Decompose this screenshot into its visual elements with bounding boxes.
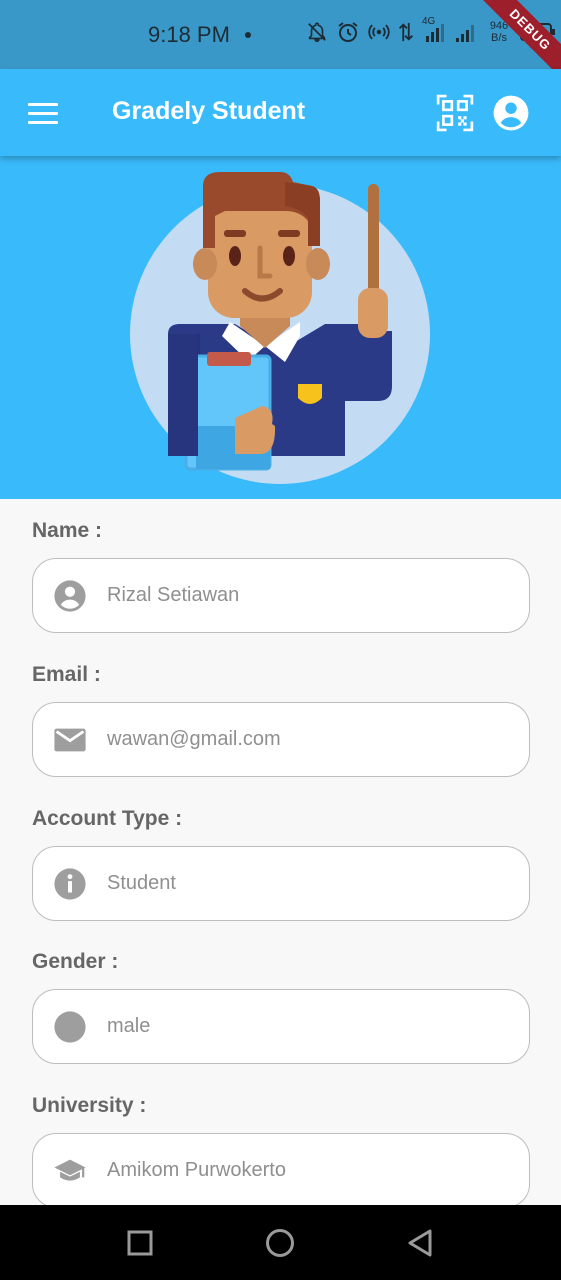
email-value: wawan@gmail.com <box>107 728 281 750</box>
status-bar: 9:18 PM 4G 946 B/s DEBUG <box>0 0 561 85</box>
hero-banner <box>0 156 561 499</box>
signal-4g-icon: 4G <box>422 16 446 44</box>
notification-dot <box>245 32 251 38</box>
student-illustration <box>130 172 430 484</box>
menu-button[interactable] <box>22 93 64 133</box>
mail-icon <box>54 728 86 752</box>
app-title: Gradely Student <box>112 97 306 125</box>
alarm-icon <box>338 22 358 42</box>
university-field[interactable]: Amikom Purwokerto <box>32 1133 530 1205</box>
home-circle-icon[interactable] <box>262 1225 298 1261</box>
menu-icon-line <box>28 112 58 115</box>
data-transfer-icon <box>398 22 414 42</box>
network-speed-unit: B/s <box>491 32 507 44</box>
person-icon <box>54 580 86 612</box>
profile-form: Name : Rizal Setiawan Email : wawan@gmai… <box>0 499 561 1205</box>
app-bar: Gradely Student <box>0 69 561 156</box>
email-label: Email : <box>32 663 101 686</box>
menu-icon <box>28 103 58 106</box>
back-triangle-icon[interactable] <box>402 1225 438 1261</box>
account-type-label: Account Type : <box>32 807 183 830</box>
circle-icon <box>54 1011 86 1043</box>
school-icon <box>54 1159 86 1181</box>
qr-code-icon[interactable] <box>436 94 474 132</box>
university-label: University : <box>32 1094 147 1117</box>
info-icon <box>54 868 86 900</box>
email-field[interactable]: wawan@gmail.com <box>32 702 530 777</box>
status-time: 9:18 PM <box>148 22 230 47</box>
account-type-value: Student <box>107 872 176 894</box>
name-field[interactable]: Rizal Setiawan <box>32 558 530 633</box>
gender-value: male <box>107 1015 151 1037</box>
gender-field[interactable]: male <box>32 989 530 1064</box>
name-label: Name : <box>32 519 103 542</box>
menu-icon-line <box>28 121 58 124</box>
notifications-off-icon <box>308 22 326 42</box>
account-circle-icon[interactable] <box>492 94 530 132</box>
name-value: Rizal Setiawan <box>107 584 240 606</box>
hotspot-icon <box>368 24 390 40</box>
gender-label: Gender : <box>32 950 119 973</box>
signal-icon <box>456 25 474 42</box>
university-value: Amikom Purwokerto <box>107 1159 286 1181</box>
recents-square-icon[interactable] <box>122 1225 158 1261</box>
system-nav-bar <box>0 1205 561 1280</box>
account-type-field[interactable]: Student <box>32 846 530 921</box>
